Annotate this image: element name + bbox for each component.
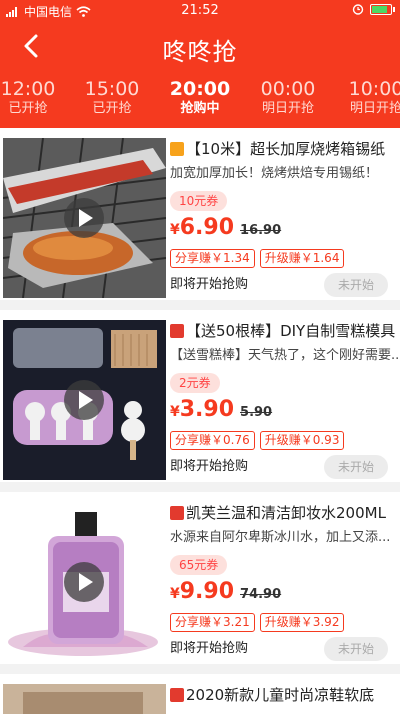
- not-started-button[interactable]: 未开始: [324, 637, 388, 661]
- coupon-badge: 10元券: [170, 191, 228, 211]
- tmall-icon: [170, 688, 184, 702]
- share-earn-badge[interactable]: 分享赚￥3.21: [170, 613, 255, 632]
- original-price: 74.90: [240, 587, 282, 602]
- product-desc: 加宽加厚加长！烧烤烘焙专用锡纸！: [170, 166, 379, 181]
- coupon-badge: 2元券: [170, 373, 220, 393]
- tab-time: 15:00: [84, 78, 140, 100]
- upgrade-earn-badge[interactable]: 升级赚￥0.93: [259, 431, 345, 450]
- tab-state: 抢购中: [180, 101, 220, 116]
- clock: 21:52: [181, 3, 219, 18]
- play-video-icon[interactable]: [64, 198, 104, 238]
- product-image[interactable]: [3, 684, 166, 714]
- currency-symbol: ¥: [170, 222, 180, 238]
- time-tabs: 12:00 已开抢 15:00 已开抢 20:00 抢购中 00:00 明日开抢…: [0, 78, 400, 124]
- product-image[interactable]: [3, 138, 166, 298]
- product-card[interactable]: 【送50根棒】DIY自制雪糕模具 【送雪糕棒】天气热了，这个刚好需要... 2元…: [0, 310, 400, 482]
- product-card[interactable]: 凯芙兰温和清洁卸妆水200ML 水源来自阿尔卑斯冰川水，加上又添... 65元券…: [0, 492, 400, 664]
- upgrade-earn-badge[interactable]: 升级赚￥1.64: [259, 249, 345, 268]
- page-title: 咚咚抢: [162, 38, 238, 66]
- tab-1500[interactable]: 15:00 已开抢: [70, 78, 154, 118]
- product-image[interactable]: [3, 320, 166, 480]
- original-price: 5.90: [240, 405, 273, 420]
- product-title-text: 2020新款儿童时尚凉鞋软底: [186, 686, 375, 704]
- not-started-button[interactable]: 未开始: [324, 273, 388, 297]
- product-title-text: 凯芙兰温和清洁卸妆水200ML: [186, 504, 386, 522]
- share-earn-badge[interactable]: 分享赚￥0.76: [170, 431, 255, 450]
- tab-state: 已开抢: [8, 101, 48, 116]
- battery-icon: [370, 3, 395, 15]
- sale-price: 3.90: [179, 397, 235, 422]
- upgrade-earn-badge[interactable]: 升级赚￥3.92: [259, 613, 345, 632]
- tab-state: 明日开抢: [261, 101, 314, 116]
- play-video-icon[interactable]: [64, 562, 104, 602]
- coupon-badge: 65元券: [170, 555, 228, 575]
- product-title: 2020新款儿童时尚凉鞋软底: [170, 684, 398, 706]
- product-card[interactable]: 【10米】超长加厚烧烤箱锡纸 加宽加厚加长！烧烤烘焙专用锡纸！ 10元券 ¥6.…: [0, 128, 400, 300]
- pinduoduo-icon: [170, 142, 184, 156]
- original-price: 16.90: [240, 223, 282, 238]
- product-title-text: 【送50根棒】DIY自制雪糕模具: [186, 322, 396, 340]
- share-earn-badge[interactable]: 分享赚￥1.34: [170, 249, 255, 268]
- currency-symbol: ¥: [170, 404, 180, 420]
- tab-state: 明日开抢: [349, 101, 400, 116]
- tab-time: 10:00: [348, 78, 400, 100]
- tab-1000[interactable]: 10:00 明日开抢: [334, 78, 400, 118]
- tmall-icon: [170, 324, 184, 338]
- product-desc: 【送雪糕棒】天气热了，这个刚好需要...: [170, 348, 398, 363]
- product-title: 凯芙兰温和清洁卸妆水200ML: [170, 502, 398, 524]
- tab-time: 20:00: [169, 78, 231, 100]
- tab-time: 12:00: [0, 78, 56, 100]
- status-bar: 中国电信 21:52: [0, 0, 400, 20]
- not-started-button[interactable]: 未开始: [324, 455, 388, 479]
- sale-price: 9.90: [179, 579, 235, 604]
- product-card[interactable]: 2020新款儿童时尚凉鞋软底: [0, 674, 400, 714]
- alarm-icon: [352, 4, 364, 15]
- product-desc: 水源来自阿尔卑斯冰川水，加上又添...: [170, 530, 391, 545]
- header: 中国电信 21:52 咚咚抢 12:00 已开抢 15:00 已开抢 20:00…: [0, 0, 400, 128]
- tab-state: 已开抢: [92, 101, 132, 116]
- tab-time: 00:00: [260, 78, 316, 100]
- coming-soon-label: 即将开始抢购: [170, 277, 249, 292]
- sale-price: 6.90: [179, 215, 235, 240]
- tab-2000[interactable]: 20:00 抢购中: [158, 78, 242, 118]
- product-title: 【送50根棒】DIY自制雪糕模具: [170, 320, 398, 342]
- tmall-icon: [170, 506, 184, 520]
- tab-0000[interactable]: 00:00 明日开抢: [246, 78, 330, 118]
- coming-soon-label: 即将开始抢购: [170, 459, 249, 474]
- coming-soon-label: 即将开始抢购: [170, 641, 249, 656]
- product-title: 【10米】超长加厚烧烤箱锡纸: [170, 138, 398, 160]
- product-image[interactable]: [3, 502, 166, 662]
- tab-1200[interactable]: 12:00 已开抢: [0, 78, 70, 118]
- product-title-text: 【10米】超长加厚烧烤箱锡纸: [186, 140, 386, 158]
- play-video-icon[interactable]: [64, 380, 104, 420]
- currency-symbol: ¥: [170, 586, 180, 602]
